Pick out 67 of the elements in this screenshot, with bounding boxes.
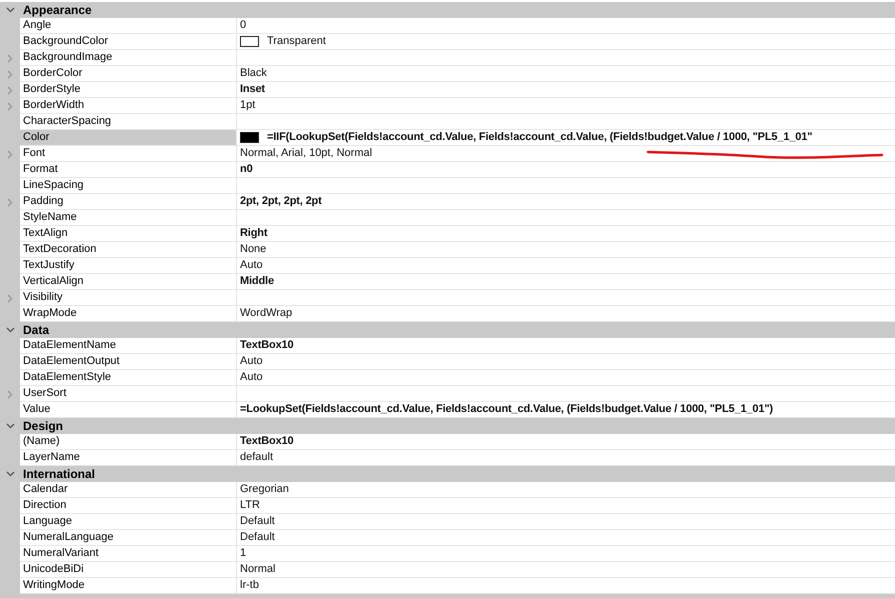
property-name[interactable]: BorderWidth	[20, 98, 237, 114]
property-value[interactable]: Inset	[240, 82, 265, 97]
category-header[interactable]: Appearance	[0, 2, 895, 18]
expand-chevron-icon[interactable]	[7, 390, 13, 398]
property-name[interactable]: BorderStyle	[20, 82, 237, 98]
collapse-chevron-icon[interactable]	[6, 7, 14, 13]
property-value[interactable]: Default	[240, 514, 275, 529]
property-name[interactable]: TextJustify	[20, 258, 237, 274]
property-value[interactable]: default	[240, 450, 274, 465]
collapse-chevron-icon[interactable]	[6, 327, 14, 333]
property-value[interactable]: Transparent	[267, 34, 326, 49]
category-header[interactable]: Design	[0, 418, 895, 434]
property-name[interactable]: Color	[20, 130, 237, 146]
property-name[interactable]: NumeralVariant	[20, 546, 237, 562]
property-value[interactable]: 2pt, 2pt, 2pt, 2pt	[240, 194, 322, 209]
property-name[interactable]: VerticalAlign	[20, 274, 237, 290]
property-name[interactable]: Visibility	[20, 290, 237, 306]
collapse-chevron-icon[interactable]	[6, 471, 14, 477]
property-name[interactable]: Calendar	[20, 482, 237, 498]
property-value[interactable]: 0	[240, 18, 246, 33]
property-value[interactable]: TextBox10	[240, 434, 294, 449]
category-header[interactable]: International	[0, 466, 895, 482]
property-name[interactable]: DataElementOutput	[20, 354, 237, 370]
property-name[interactable]: LineSpacing	[20, 178, 237, 194]
property-value[interactable]: Auto	[240, 258, 263, 273]
property-name[interactable]: Format	[20, 162, 237, 178]
expand-chevron-icon[interactable]	[7, 294, 13, 302]
property-name[interactable]: Direction	[20, 498, 237, 514]
property-name[interactable]: Angle	[20, 18, 237, 34]
property-name[interactable]: Padding	[20, 194, 237, 210]
category-header[interactable]: Data	[0, 322, 895, 338]
property-value[interactable]: TextBox10	[240, 338, 294, 353]
property-name[interactable]: UserSort	[20, 386, 237, 402]
property-value[interactable]: Gregorian	[240, 482, 289, 497]
property-value[interactable]: lr-tb	[240, 578, 259, 593]
expand-chevron-icon[interactable]	[7, 198, 13, 206]
property-name[interactable]: Language	[20, 514, 237, 530]
property-value[interactable]: WordWrap	[240, 306, 292, 321]
property-name[interactable]: StyleName	[20, 210, 237, 226]
property-value[interactable]: Auto	[240, 354, 263, 369]
property-name[interactable]: BorderColor	[20, 66, 237, 82]
property-value[interactable]: 1	[240, 546, 246, 561]
expand-chevron-icon[interactable]	[7, 150, 13, 158]
property-value[interactable]: Right	[240, 226, 268, 241]
property-value[interactable]: 1pt	[240, 98, 256, 113]
property-value[interactable]: Normal, Arial, 10pt, Normal	[240, 146, 372, 161]
property-name[interactable]: DataElementName	[20, 338, 237, 354]
property-name[interactable]: DataElementStyle	[20, 370, 237, 386]
property-name[interactable]: TextDecoration	[20, 242, 237, 258]
property-value[interactable]: n0	[240, 162, 253, 177]
property-value[interactable]: Middle	[240, 274, 274, 289]
property-name[interactable]: BackgroundImage	[20, 50, 237, 66]
property-name[interactable]: (Name)	[20, 434, 237, 450]
property-value[interactable]: Normal	[240, 562, 276, 577]
property-value[interactable]: =IIF(LookupSet(Fields!account_cd.Value, Fields!account_cd.Value, (Fields!budget.Value / 1000, "PL5_1_01"	[267, 130, 812, 145]
property-value[interactable]: Default	[240, 530, 275, 545]
property-name[interactable]: TextAlign	[20, 226, 237, 242]
property-value[interactable]: =LookupSet(Fields!account_cd.Value, Fields!account_cd.Value, (Fields!budget.Value / 1000, "PL5_1_01")	[240, 402, 773, 417]
property-value[interactable]: None	[240, 242, 266, 257]
property-value[interactable]: LTR	[240, 498, 260, 513]
property-name[interactable]: Font	[20, 146, 237, 162]
property-name[interactable]: UnicodeBiDi	[20, 562, 237, 578]
collapse-chevron-icon[interactable]	[6, 423, 14, 429]
property-name[interactable]: NumeralLanguage	[20, 530, 237, 546]
property-name[interactable]: BackgroundColor	[20, 34, 237, 50]
property-value[interactable]: Black	[240, 66, 267, 81]
property-value[interactable]: Auto	[240, 370, 263, 385]
